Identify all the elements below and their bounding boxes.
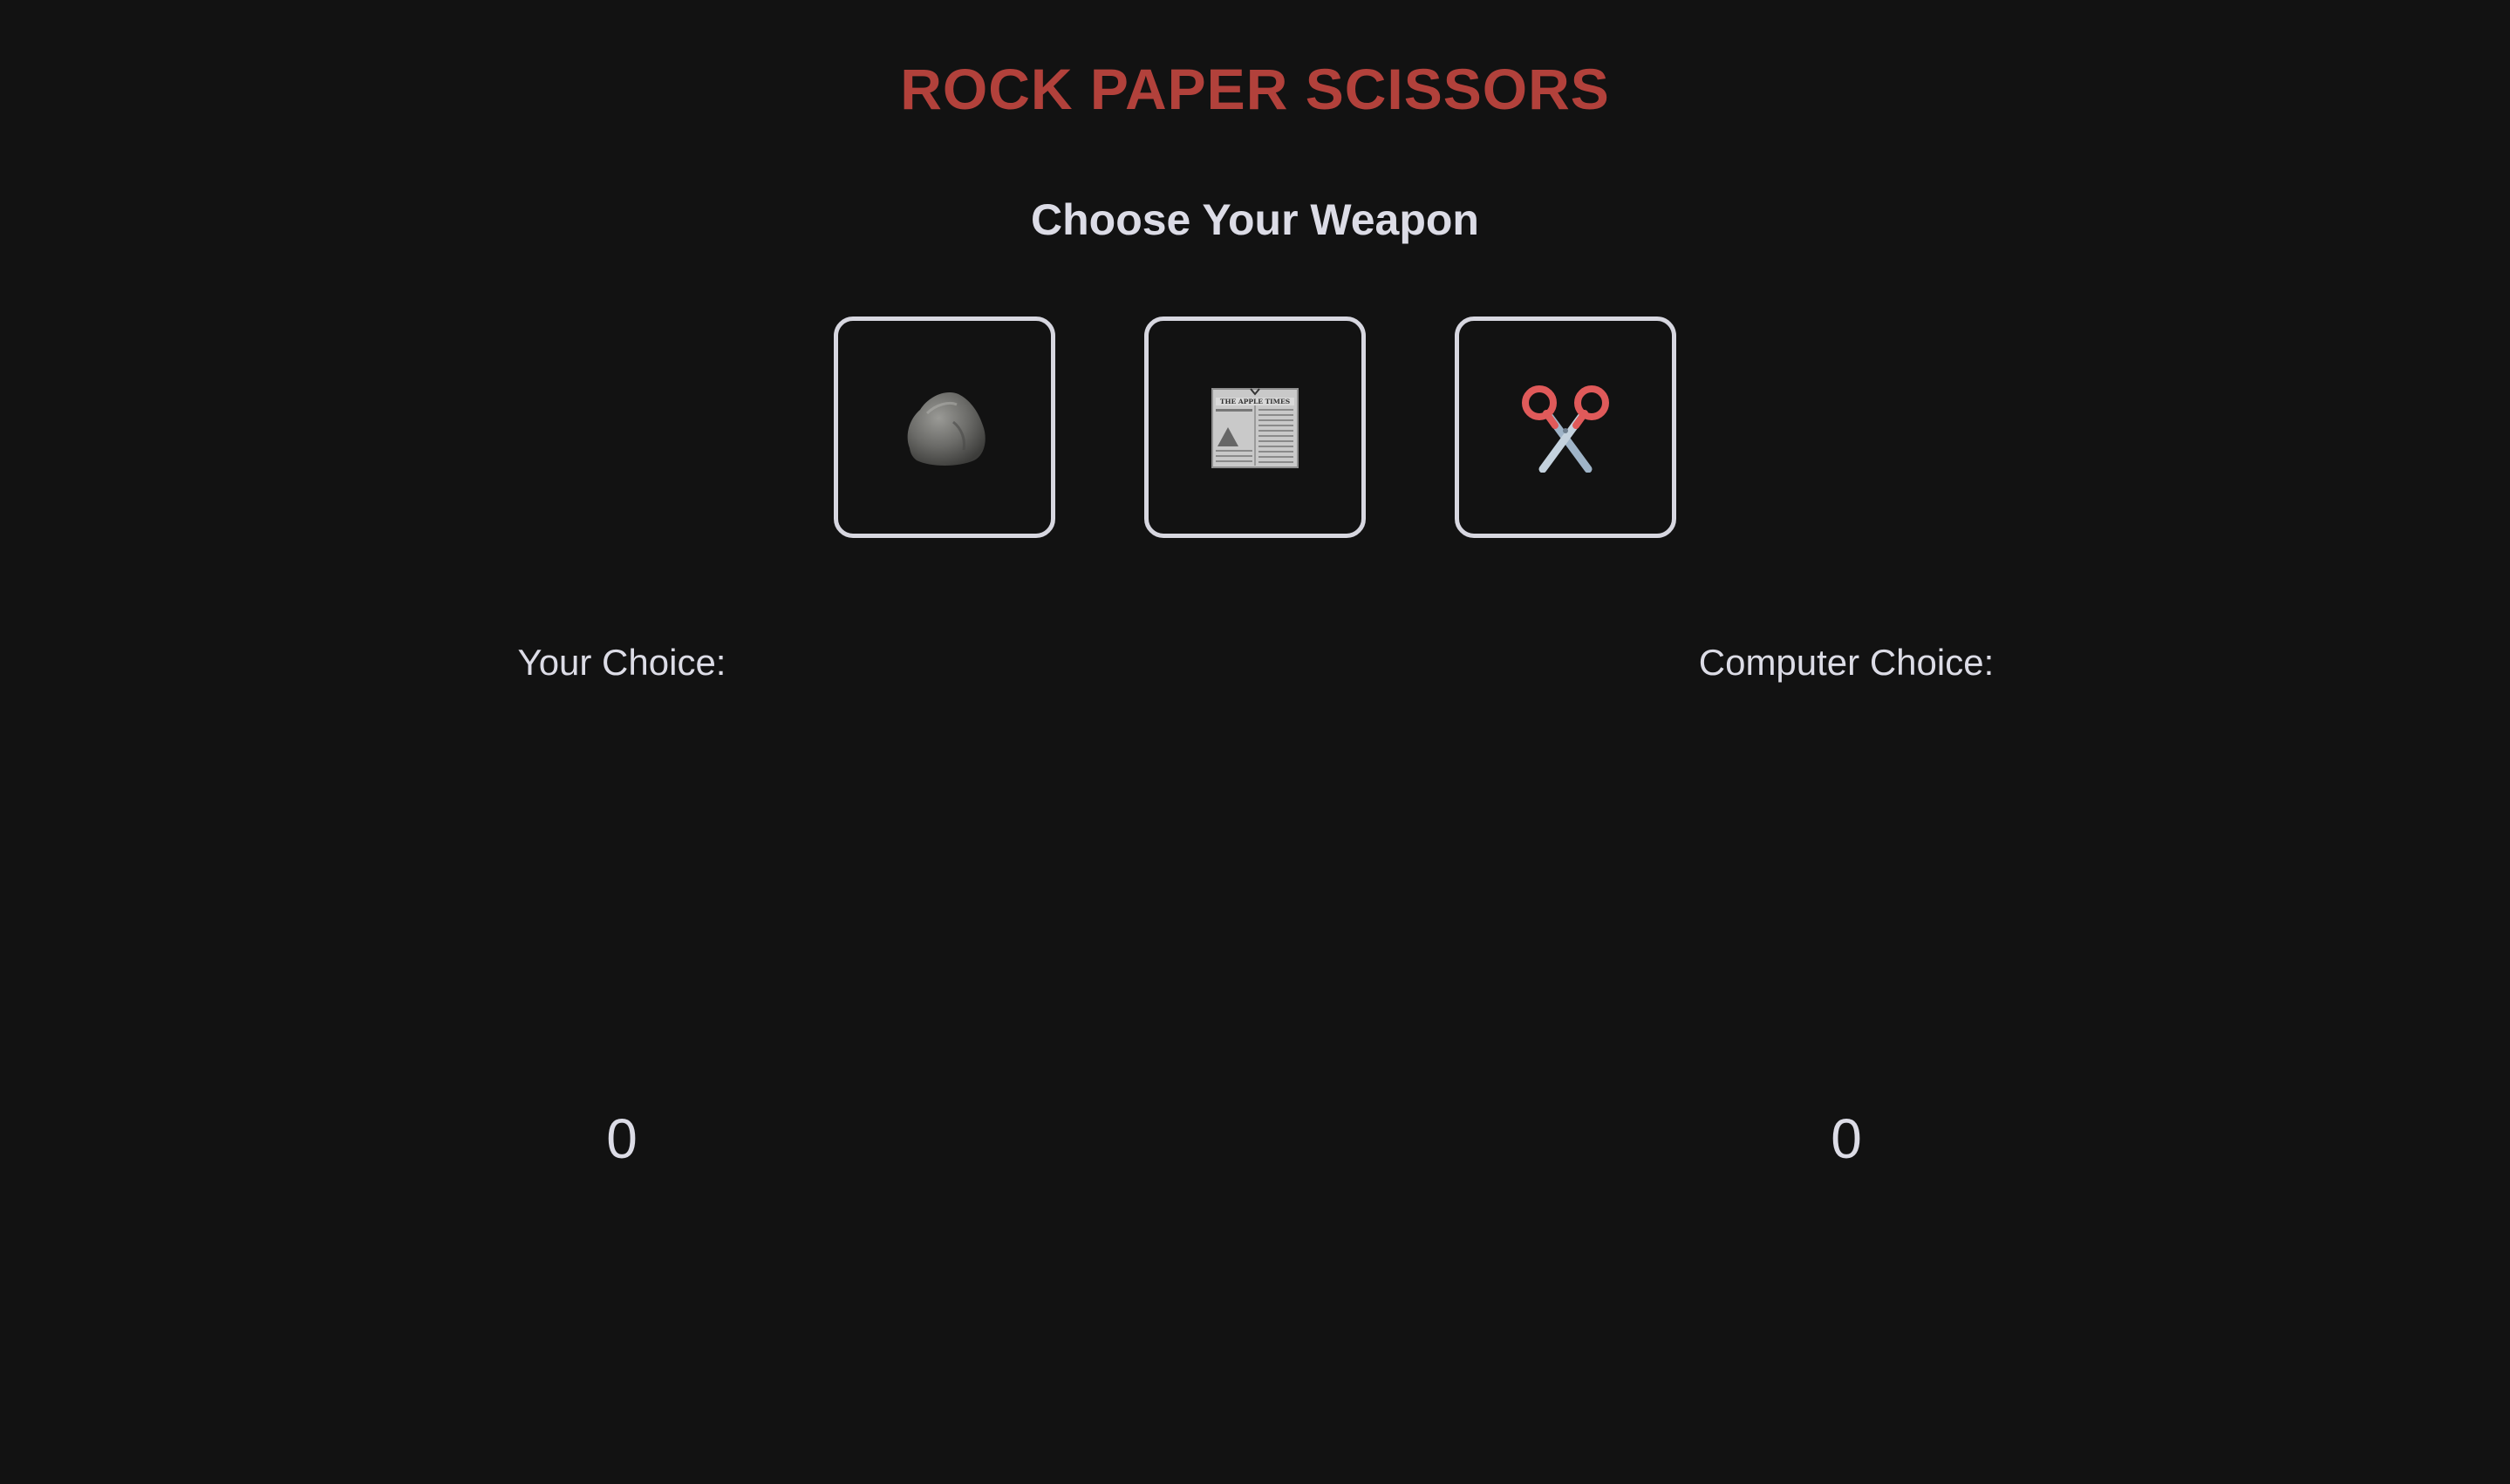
scissors-icon — [1522, 385, 1609, 473]
svg-text:THE APPLE TIMES: THE APPLE TIMES — [1220, 398, 1290, 405]
newspaper-icon: THE APPLE TIMES — [1211, 388, 1299, 468]
choose-weapon-heading: Choose Your Weapon — [1031, 195, 1479, 244]
game-screen: ROCK PAPER SCISSORS Choose Your Weapon T… — [0, 0, 2510, 1484]
your-score: 0 — [606, 1107, 638, 1170]
paper-button[interactable]: THE APPLE TIMES — [1144, 317, 1366, 538]
computer-score: 0 — [1831, 1107, 1862, 1170]
scissors-button[interactable] — [1455, 317, 1676, 538]
computer-choice-label: Computer Choice: — [1698, 642, 1995, 683]
rock-icon — [907, 392, 986, 466]
your-choice-label: Your Choice: — [517, 642, 726, 683]
game-title: ROCK PAPER SCISSORS — [900, 57, 1610, 121]
rock-button[interactable] — [834, 317, 1055, 538]
